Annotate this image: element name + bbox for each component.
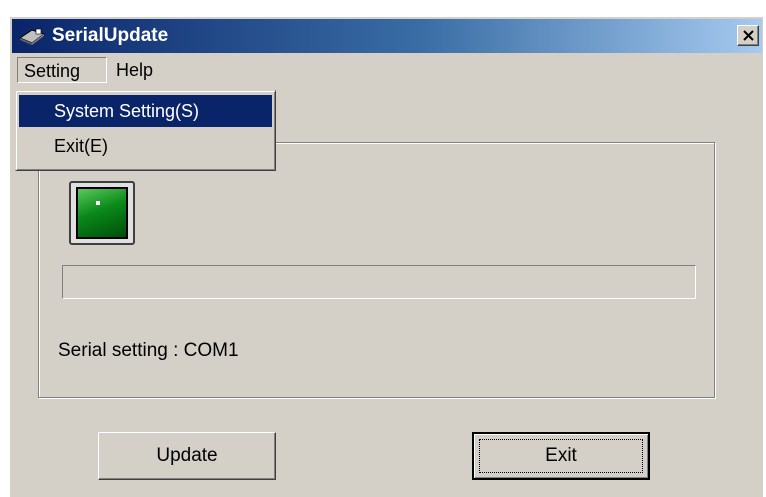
update-progress-bar (62, 265, 696, 299)
close-icon (743, 30, 754, 41)
serialupdate-window: SerialUpdate Setting Help Serial setting… (9, 16, 763, 497)
menu-item-exit[interactable]: Exit(E) (19, 130, 272, 162)
menu-bar: Setting Help (12, 55, 762, 85)
setting-dropdown-menu: System Setting(S) Exit(E) (15, 90, 276, 171)
update-button-label: Update (156, 445, 218, 466)
menu-help[interactable]: Help (110, 57, 159, 83)
menu-setting[interactable]: Setting (17, 57, 107, 83)
chip-app-icon (18, 28, 46, 45)
window-title: SerialUpdate (52, 25, 169, 46)
chip-led (96, 201, 100, 205)
exit-button[interactable]: Exit (472, 432, 650, 480)
menu-item-system-setting[interactable]: System Setting(S) (19, 95, 272, 127)
chip-screen (76, 187, 128, 239)
update-button[interactable]: Update (98, 432, 276, 480)
exit-button-label: Exit (545, 445, 577, 466)
close-button[interactable] (737, 25, 759, 46)
title-bar[interactable]: SerialUpdate (12, 19, 762, 53)
green-chip-icon (69, 181, 135, 245)
serial-setting-label: Serial setting : COM1 (58, 340, 239, 361)
